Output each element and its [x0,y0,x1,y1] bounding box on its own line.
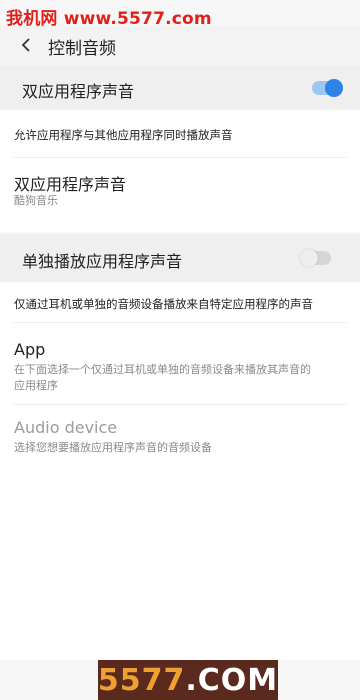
watermark-text: 我机网 www.5577.com [6,9,212,29]
dual-app-item[interactable]: 双应用程序声音 酷狗音乐 [0,158,360,222]
single-app-audio-label: 单独播放应用程序声音 [22,252,183,271]
toggle-knob [300,249,318,267]
dual-app-audio-label: 双应用程序声音 [22,82,135,101]
audio-device-subtitle: 选择您想要播放应用程序声音的音频设备 [14,441,212,454]
dual-app-audio-toggle[interactable] [312,79,343,97]
dual-app-audio-row[interactable]: 双应用程序声音 [0,66,360,110]
page-title: 控制音频 [48,39,116,59]
bottom-watermark-logo: 5577 . COM [98,660,278,700]
chevron-left-icon [21,38,30,52]
dual-app-item-subtitle: 酷狗音乐 [14,194,58,207]
app-header: 控制音频 [0,26,360,66]
dual-app-item-title: 双应用程序声音 [14,175,127,194]
watermark-logo-sep: . [185,662,198,698]
single-app-description: 仅通过耳机或单独的音频设备播放来自特定应用程序的声音 [14,297,313,311]
watermark-logo-main: 5577 [97,662,186,698]
audio-device-item[interactable]: Audio device 选择您想要播放应用程序声音的音频设备 [0,405,360,469]
back-button[interactable] [12,30,40,60]
dual-app-section: 允许应用程序与其他应用程序同时播放声音 双应用程序声音 酷狗音乐 [0,110,360,232]
single-app-audio-toggle[interactable] [300,249,331,267]
single-app-section: 仅通过耳机或单独的音频设备播放来自特定应用程序的声音 App 在下面选择一个仅通… [0,282,360,660]
toggle-knob [325,79,343,97]
single-app-audio-row[interactable]: 单独播放应用程序声音 [0,234,360,282]
dual-app-description: 允许应用程序与其他应用程序同时播放声音 [14,128,233,142]
app-item-subtitle-line1: 在下面选择一个仅通过耳机或单独的音频设备来播放其声音的 [14,363,311,376]
app-item-title: App [14,340,46,359]
audio-device-title: Audio device [14,418,118,437]
watermark-logo-suffix: COM [197,662,279,698]
app-item[interactable]: App 在下面选择一个仅通过耳机或单独的音频设备来播放其声音的 应用程序 [0,323,360,403]
app-item-subtitle-line2: 应用程序 [14,379,58,392]
